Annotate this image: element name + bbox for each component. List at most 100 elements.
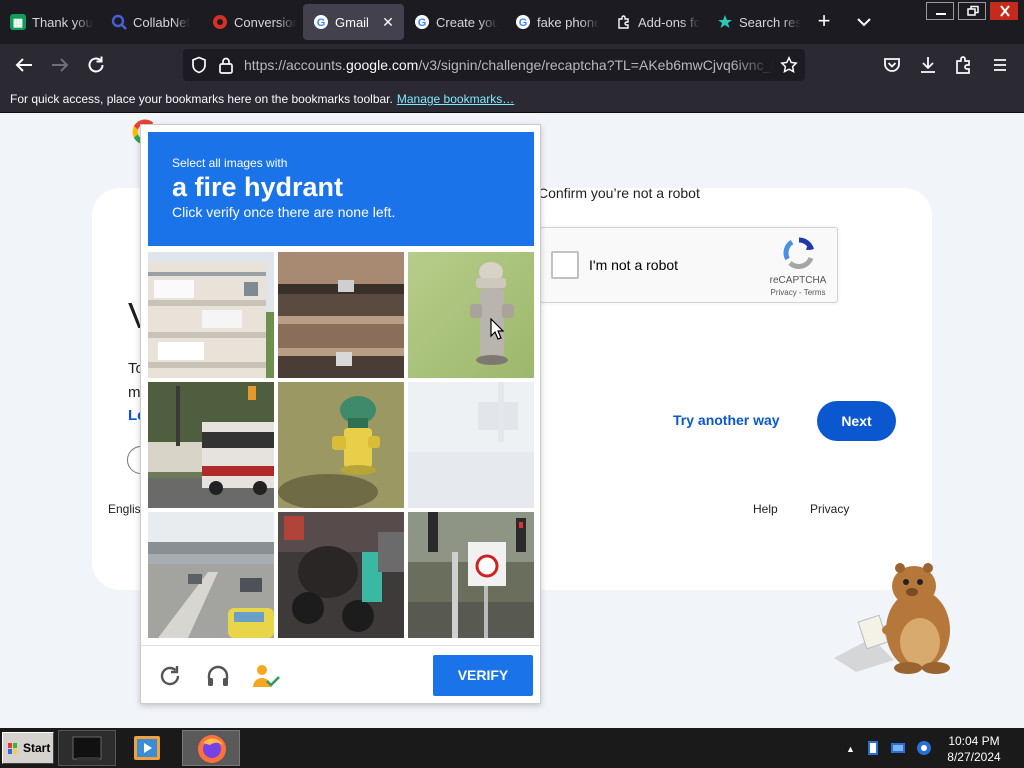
page-text-line: m [128,384,141,401]
tab-label: Thank you [32,14,93,30]
tray-shield-icon[interactable] [866,740,882,756]
help-link[interactable]: Help [753,502,778,516]
recaptcha-challenge-dialog: Select all images with a fire hydrant Cl… [140,124,541,704]
hamburger-menu-icon[interactable] [988,53,1012,77]
tray-volume-icon[interactable] [916,740,932,756]
language-selector[interactable]: Englis [108,502,141,516]
start-button[interactable]: Start [2,732,54,764]
tab-collabnet[interactable]: CollabNet [101,4,202,40]
clock-date[interactable]: 8/27/2024 [940,750,1008,764]
challenge-header: Select all images with a fire hydrant Cl… [148,132,534,246]
close-window-button[interactable] [990,2,1018,20]
verify-button[interactable]: VERIFY [433,655,533,696]
verify-person-icon[interactable] [251,663,280,689]
tab-label: Create your [436,14,498,30]
tab-label: Add-ons for [638,14,700,30]
tab-label: fake phone [537,14,599,30]
restore-window-button[interactable] [958,2,986,20]
svg-text:G: G [317,17,326,29]
tab-create-account[interactable]: G Create your [404,4,505,40]
tab-gmail[interactable]: G Gmail ✕ [303,4,404,40]
svg-text:G: G [418,17,427,29]
next-button[interactable]: Next [817,401,896,441]
tab-search-results[interactable]: Search res [707,4,808,40]
recaptcha-label: I'm not a robot [589,257,679,273]
windows-flag-icon [8,743,18,755]
manage-bookmarks-link[interactable]: Manage bookmarks… [397,92,514,106]
clock-time[interactable]: 10:04 PM [940,734,1008,748]
tray-expand-arrow-icon[interactable]: ▲ [846,744,855,754]
bookmarks-hint: For quick access, place your bookmarks h… [10,92,393,106]
navigation-toolbar: https://accounts.google.com/v3/signin/ch… [0,44,1024,86]
minimize-window-button[interactable] [926,2,954,20]
conversion-icon [212,14,228,30]
tab-add-ons[interactable]: Add-ons for [606,4,707,40]
url-text[interactable]: https://accounts.google.com/v3/signin/ch… [244,57,774,75]
google-icon: G [414,14,430,30]
svg-text:G: G [519,17,528,29]
tracking-shield-icon[interactable] [190,56,208,77]
url-path: /v3/signin/challenge/recaptcha?TL=AKeb6m… [418,57,774,73]
downloads-icon[interactable] [916,53,940,77]
tab-thank-you[interactable]: ▦ Thank you [0,4,101,40]
url-prefix: https://accounts. [244,57,346,73]
url-domain: google.com [345,57,419,73]
recaptcha-privacy-terms[interactable]: Privacy - Terms [761,288,835,297]
new-tab-button[interactable]: + [810,8,838,36]
recaptcha-checkbox[interactable] [551,251,579,279]
challenge-image-grid [148,252,534,638]
extensions-puzzle-icon[interactable] [952,53,976,77]
challenge-tile-8[interactable] [278,512,404,638]
search-magnifier-icon [111,14,127,30]
tab-label: Gmail [335,14,369,30]
challenge-hint: Click verify once there are none left. [172,204,396,220]
star-cross-icon [717,14,733,30]
challenge-tile-9[interactable] [408,512,534,638]
tab-fake-phone[interactable]: G fake phone [505,4,606,40]
tab-label: CollabNet [133,14,191,30]
challenge-divider [141,645,540,646]
challenge-target: a fire hydrant [172,172,344,202]
tab-list: ▦ Thank you CollabNet Conversion G Gmail… [0,4,808,40]
tray-network-icon[interactable] [890,740,906,756]
try-another-way-button[interactable]: Try another way [673,412,780,428]
challenge-tile-4[interactable] [148,382,274,508]
tab-conversion[interactable]: Conversion [202,4,303,40]
tab-label: Conversion [234,14,296,30]
challenge-instruction: Select all images with [172,156,288,170]
bookmark-star-icon[interactable] [780,56,798,77]
list-all-tabs-icon[interactable] [852,10,876,34]
browser-tab-strip: ▦ Thank you CollabNet Conversion G Gmail… [0,0,1024,44]
audio-challenge-icon[interactable] [205,663,231,689]
os-taskbar: Start ▲ 10:04 PM 8/27/2024 [0,728,1024,768]
recaptcha-widget: I'm not a robot reCAPTCHA Privacy - Term… [540,227,838,303]
google-icon: G [313,14,329,30]
recaptcha-brand: reCAPTCHA [769,275,827,286]
close-tab-icon[interactable]: ✕ [380,14,396,30]
sheets-icon: ▦ [10,14,26,30]
gopher-mascot-icon [832,560,956,674]
challenge-tile-7[interactable] [148,512,274,638]
challenge-tile-6[interactable] [408,382,534,508]
mouse-cursor-icon [490,317,505,340]
taskbar-media-player-app[interactable] [132,730,162,766]
challenge-tile-2[interactable] [278,252,404,378]
tab-label: Search res [739,14,801,30]
puzzle-icon [616,14,632,30]
confirm-robot-text: Confirm you’re not a robot [538,185,700,201]
forward-arrow-icon[interactable] [48,53,72,77]
taskbar-terminal-app[interactable] [58,730,116,766]
lock-icon[interactable] [218,56,234,77]
pocket-icon[interactable] [880,53,904,77]
bookmarks-toolbar: For quick access, place your bookmarks h… [0,86,1024,113]
address-bar[interactable]: https://accounts.google.com/v3/signin/ch… [183,49,805,81]
taskbar-firefox-app[interactable] [182,730,240,766]
back-arrow-icon[interactable] [12,53,36,77]
privacy-link[interactable]: Privacy [810,502,849,516]
reload-challenge-icon[interactable] [157,663,183,689]
challenge-tile-5[interactable] [278,382,404,508]
challenge-tile-3[interactable] [408,252,534,378]
google-icon: G [515,14,531,30]
challenge-tile-1[interactable] [148,252,274,378]
reload-icon[interactable] [84,53,108,77]
